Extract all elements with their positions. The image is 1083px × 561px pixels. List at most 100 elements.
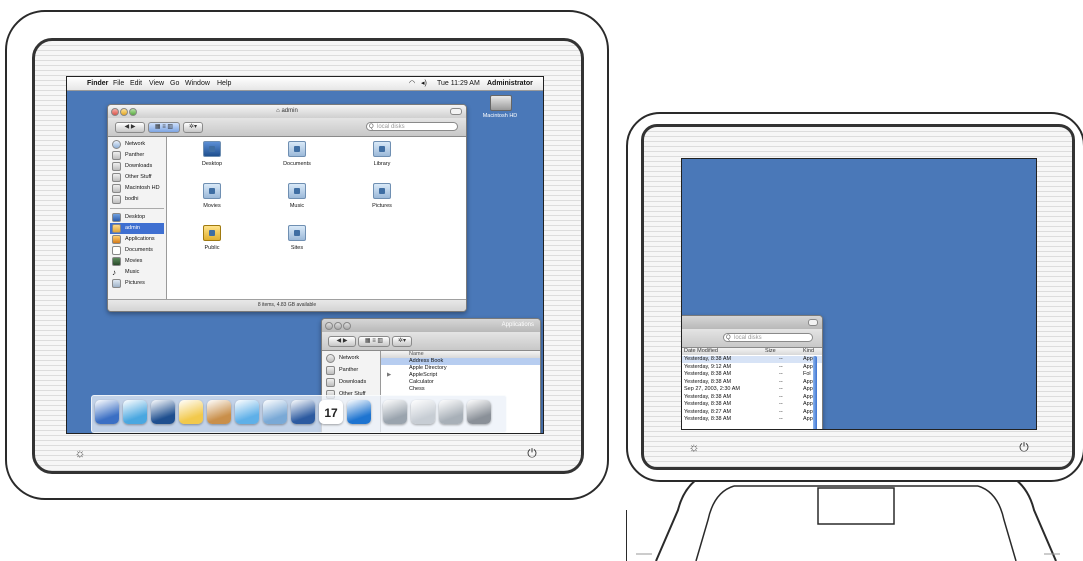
finder-titlebar[interactable]: ⌂ admin <box>108 105 466 119</box>
sidebar-item-downloads[interactable]: Downloads <box>110 161 164 172</box>
disclosure-triangle-icon[interactable]: ▶ <box>387 372 391 379</box>
table-row[interactable]: Yesterday, 8:38 AM -- App <box>682 401 822 408</box>
cell-kind: App <box>803 378 813 385</box>
folder-pictures[interactable]: Pictures <box>337 183 427 225</box>
ical-icon[interactable]: 17 <box>319 400 343 424</box>
volume-icon[interactable]: ◂) <box>421 77 427 90</box>
sidebar-item-documents[interactable]: Documents <box>110 245 164 256</box>
toolbar-toggle-button[interactable] <box>808 319 818 326</box>
wifi-icon[interactable]: ◠ <box>409 77 415 90</box>
sidebar-item-network[interactable]: Network <box>324 353 378 364</box>
preview-icon[interactable] <box>411 400 435 424</box>
system-preferences-icon[interactable] <box>383 400 407 424</box>
table-row[interactable]: Yesterday, 8:38 AM -- Fol <box>682 371 822 378</box>
menu-clock[interactable]: Tue 11:29 AM <box>437 77 480 90</box>
iphoto-icon[interactable] <box>263 400 287 424</box>
itunes-icon[interactable] <box>235 400 259 424</box>
list-item[interactable]: iChat <box>381 433 540 434</box>
menu-file[interactable]: File <box>113 77 124 90</box>
sidebar-divider[interactable] <box>110 208 164 209</box>
sidebar-item-pictures[interactable]: Pictures <box>110 278 164 289</box>
power-icon[interactable]: ⏻ <box>1016 440 1032 455</box>
folder-public[interactable]: Public <box>167 225 257 267</box>
folder-music[interactable]: Music <box>252 183 342 225</box>
menu-window[interactable]: Window <box>185 77 210 90</box>
column-size[interactable]: Size <box>765 348 776 355</box>
brightness-icon[interactable]: ☼ <box>72 446 88 460</box>
sidebar-item-music[interactable]: ♪ Music <box>110 267 164 278</box>
stand-connector <box>817 487 895 525</box>
table-row[interactable]: Yesterday, 8:27 AM -- App <box>682 409 822 416</box>
folder-sites[interactable]: Sites <box>252 225 342 267</box>
table-row[interactable]: Yesterday, 8:38 AM -- App <box>682 416 822 423</box>
sidebar-item-network[interactable]: Network <box>110 139 164 150</box>
table-row[interactable]: Yesterday, 8:38 AM -- App <box>682 378 822 386</box>
action-menu-button[interactable]: ✲▾ <box>392 336 412 347</box>
view-mode-buttons[interactable]: ▦ ≡ ▥ <box>148 122 180 133</box>
network-icon[interactable] <box>439 400 463 424</box>
imovie-icon[interactable] <box>291 400 315 424</box>
folder-documents[interactable]: Documents <box>252 141 342 183</box>
minimize-button[interactable] <box>120 108 128 116</box>
brightness-icon[interactable]: ☼ <box>686 440 702 454</box>
applications-titlebar[interactable]: Applications <box>322 319 540 333</box>
zoom-button[interactable] <box>343 322 351 330</box>
window-titlebar[interactable] <box>682 316 822 330</box>
power-icon[interactable]: ⏻ <box>524 446 540 461</box>
table-row[interactable]: Sep 27, 2003, 2:30 AM -- App <box>682 386 822 393</box>
folder-movies[interactable]: Movies <box>167 183 257 225</box>
menu-user[interactable]: Administrator <box>487 77 533 90</box>
toolbar-toggle-button[interactable] <box>450 108 462 115</box>
quicktime-icon[interactable] <box>347 400 371 424</box>
pictures-icon <box>112 279 121 288</box>
trash-icon[interactable] <box>467 400 491 424</box>
scrollbar[interactable] <box>813 356 817 429</box>
library-folder-icon <box>373 141 391 157</box>
zoom-button[interactable] <box>129 108 137 116</box>
menu-help[interactable]: Help <box>217 77 231 90</box>
list-header[interactable]: Date Modified Size Kind <box>682 348 822 355</box>
safari-icon[interactable] <box>123 400 147 424</box>
menu-view[interactable]: View <box>149 77 164 90</box>
sidebar-item-movies[interactable]: Movies <box>110 256 164 267</box>
table-row[interactable]: Yesterday, 8:38 AM -- App <box>682 356 822 363</box>
back-forward-button[interactable]: ◀ ▶ <box>115 122 145 133</box>
list-item[interactable]: ▶ AppleScript <box>381 372 540 379</box>
column-kind[interactable]: Kind <box>803 348 814 355</box>
table-row[interactable]: Yesterday, 9:12 AM -- App <box>682 364 822 371</box>
search-field[interactable]: local disks <box>723 333 813 343</box>
close-button[interactable] <box>325 322 333 330</box>
menu-finder[interactable]: Finder <box>87 77 108 90</box>
sidebar-item-panther[interactable]: Panther <box>110 150 164 161</box>
search-field[interactable]: local disks <box>366 122 458 132</box>
folder-desktop[interactable]: Desktop <box>167 141 257 183</box>
sidebar-item-other-stuff[interactable]: Other Stuff <box>110 172 164 183</box>
list-item[interactable]: Chess <box>381 386 540 393</box>
sidebar-item-panther[interactable]: Panther <box>324 365 378 376</box>
list-item[interactable]: Apple Directory <box>381 365 540 372</box>
sidebar-item-applications[interactable]: Applications <box>110 234 164 245</box>
finder-icon[interactable] <box>95 400 119 424</box>
sidebar-item-admin[interactable]: admin <box>110 223 164 234</box>
back-forward-button[interactable]: ◀ ▶ <box>328 336 356 347</box>
column-date[interactable]: Date Modified <box>684 348 718 355</box>
menu-edit[interactable]: Edit <box>130 77 142 90</box>
sidebar-item-bodhi[interactable]: bodhi <box>110 194 164 205</box>
list-item[interactable]: Address Book <box>381 358 540 365</box>
sidebar-item-downloads[interactable]: Downloads <box>324 377 378 388</box>
menu-go[interactable]: Go <box>170 77 179 90</box>
mail-stamp-icon[interactable] <box>151 400 175 424</box>
address-book-icon[interactable] <box>207 400 231 424</box>
folder-library[interactable]: Library <box>337 141 427 183</box>
list-item[interactable]: Calculator <box>381 379 540 386</box>
sidebar-item-macintosh-hd[interactable]: Macintosh HD <box>110 183 164 194</box>
sidebar-item-desktop[interactable]: Desktop <box>110 212 164 223</box>
list-header[interactable]: Name <box>381 351 540 358</box>
action-menu-button[interactable]: ✲▾ <box>183 122 203 133</box>
minimize-button[interactable] <box>334 322 342 330</box>
ichat-icon[interactable] <box>179 400 203 424</box>
desktop-hd-icon[interactable] <box>490 95 512 111</box>
view-mode-buttons[interactable]: ▦ ≡ ▥ <box>358 336 390 347</box>
table-row[interactable]: Yesterday, 8:38 AM -- App <box>682 394 822 401</box>
close-button[interactable] <box>111 108 119 116</box>
